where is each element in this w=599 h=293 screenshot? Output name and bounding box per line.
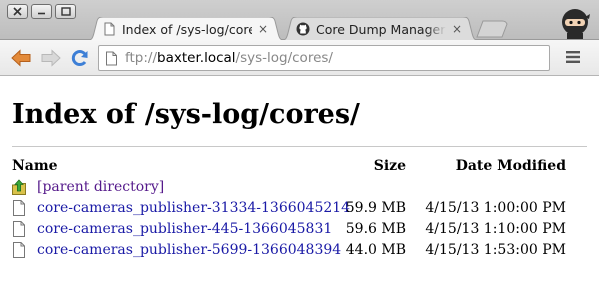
tab-title: Index of /sys-log/cores/ [122, 21, 252, 37]
maximize-icon [60, 7, 71, 16]
name-cell: core-cameras_publisher-5699-1366048394 [12, 242, 341, 258]
window-controls [7, 4, 76, 19]
name-cell: [parent directory] [12, 179, 164, 195]
url-path: /sys-log/cores/ [235, 50, 333, 66]
tab-close-button[interactable]: × [452, 22, 462, 36]
reload-icon [71, 50, 88, 67]
file-link[interactable]: core-cameras_publisher-5699-1366048394 [37, 242, 341, 258]
file-link[interactable]: core-cameras_publisher-445-1366045831 [37, 221, 332, 237]
file-size: 44.0 MB [345, 242, 406, 258]
file-icon [13, 242, 25, 258]
table-row: core-cameras_publisher-5699-1366048394 4… [12, 241, 572, 262]
back-button[interactable] [10, 48, 32, 68]
url-scheme: ftp:// [125, 50, 158, 66]
address-bar[interactable]: ftp://baxter.local/sys-log/cores/ [98, 45, 550, 71]
file-size: 59.6 MB [345, 221, 406, 237]
column-header-size[interactable]: Size [374, 158, 406, 174]
ninja-avatar-icon [562, 9, 590, 39]
url-host: baxter.local [157, 50, 236, 66]
page-title: Index of /sys-log/cores/ [12, 99, 360, 130]
name-cell: core-cameras_publisher-445-1366045831 [12, 221, 332, 237]
column-header-date[interactable]: Date Modified [456, 158, 566, 174]
up-folder-icon [12, 179, 26, 195]
file-icon [13, 200, 25, 216]
wrench-menu-button[interactable] [566, 50, 580, 64]
table-header: Name Size Date Modified [12, 157, 572, 178]
forward-arrow-icon [41, 49, 61, 67]
table-row: core-cameras_publisher-445-1366045831 59… [12, 220, 572, 241]
file-date: 4/15/13 1:10:00 PM [425, 221, 566, 237]
page-icon [106, 51, 117, 65]
close-window-button[interactable] [7, 4, 28, 19]
parent-directory-row: [parent directory] [12, 178, 572, 199]
close-icon [13, 7, 22, 16]
name-cell: core-cameras_publisher-31334-1366045214 [12, 200, 350, 216]
file-link[interactable]: core-cameras_publisher-31334-1366045214 [37, 200, 350, 216]
window-titlebar: Index of /sys-log/cores/ × Core Dump Man… [0, 0, 599, 41]
forward-button[interactable] [40, 48, 62, 68]
directory-listing: Name Size Date Modified [parent director… [12, 157, 572, 262]
minimize-window-button[interactable] [31, 4, 52, 19]
back-arrow-icon [11, 49, 31, 67]
file-date: 4/15/13 1:53:00 PM [425, 242, 566, 258]
page-content: Index of /sys-log/cores/ Name Size Date … [0, 77, 599, 293]
tab-index-of-cores[interactable]: Index of /sys-log/cores/ × [86, 17, 286, 41]
minimize-icon [38, 12, 45, 15]
reload-button[interactable] [69, 48, 91, 68]
new-tab-button[interactable] [476, 20, 508, 38]
file-date: 4/15/13 1:00:00 PM [425, 200, 566, 216]
tab-close-button[interactable]: × [258, 22, 268, 36]
tab-title: Core Dump Manager (P [316, 21, 446, 37]
table-row: core-cameras_publisher-31334-1366045214 … [12, 199, 572, 220]
divider [12, 146, 587, 147]
browser-toolbar: ftp://baxter.local/sys-log/cores/ [0, 40, 599, 76]
column-header-name[interactable]: Name [12, 158, 58, 174]
github-icon [296, 22, 310, 36]
file-size: 59.9 MB [345, 200, 406, 216]
parent-directory-link[interactable]: [parent directory] [37, 179, 164, 195]
maximize-window-button[interactable] [55, 4, 76, 19]
file-icon [13, 221, 25, 237]
tab-core-dump-manager[interactable]: Core Dump Manager (P × [280, 17, 480, 41]
page-icon [104, 22, 115, 36]
